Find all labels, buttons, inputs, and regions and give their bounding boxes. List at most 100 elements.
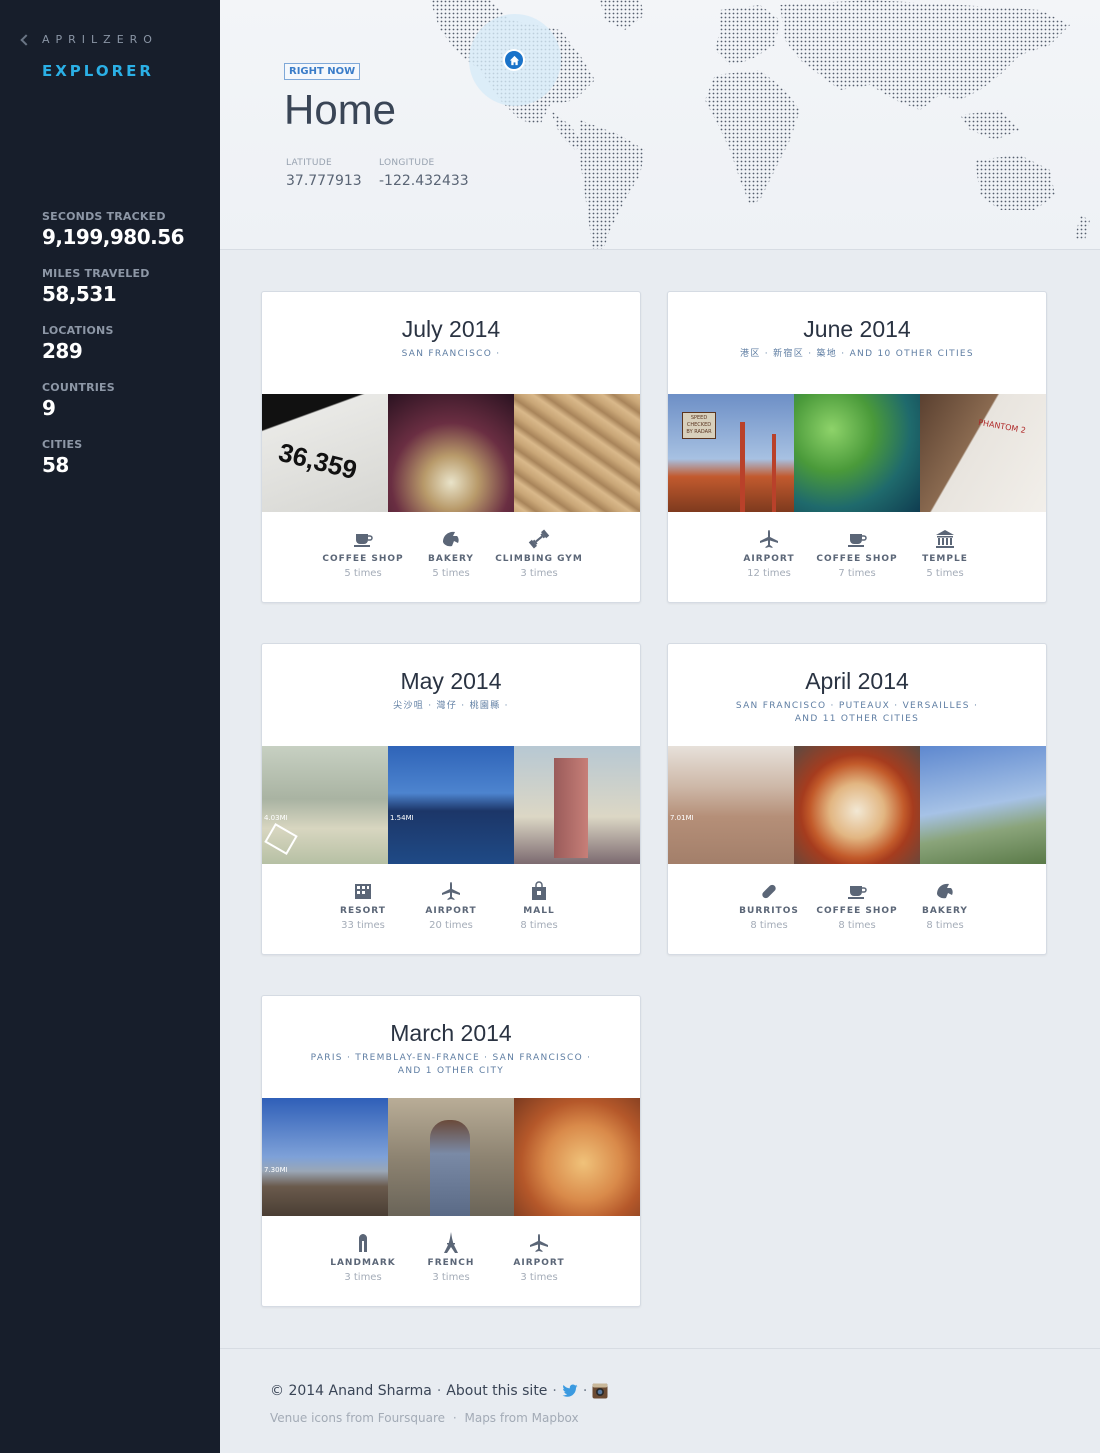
venue-name: LANDMARK [330, 1258, 396, 1268]
photo[interactable] [514, 1098, 640, 1216]
landmark-icon [359, 1234, 367, 1252]
card-header: July 2014 SAN FRANCISCO · [262, 292, 640, 394]
venue-name: AIRPORT [425, 906, 477, 916]
venue-list: RESORT 33 times AIRPORT 20 times MALL 8 … [262, 864, 640, 931]
card-title: March 2014 [390, 1020, 512, 1046]
world-map[interactable] [400, 0, 1100, 250]
venue-item[interactable]: RESORT 33 times [319, 880, 407, 931]
longitude-label: LONGITUDE [379, 158, 435, 168]
venue-item[interactable]: FRENCH 3 times [407, 1232, 495, 1283]
venue-name: BAKERY [428, 554, 474, 564]
month-card-march[interactable]: March 2014 PARIS · TREMBLAY-EN-FRANCE · … [261, 995, 641, 1307]
venue-times: 8 times [750, 920, 788, 931]
card-cities: 港区 · 新宿区 · 築地 · AND 10 OTHER CITIES [740, 349, 974, 359]
photo[interactable] [388, 1098, 514, 1216]
venue-name: FRENCH [427, 1258, 475, 1268]
dumbbell-icon [528, 529, 550, 549]
card-title: May 2014 [400, 668, 502, 694]
instagram-icon[interactable] [592, 1383, 608, 1399]
venue-list: BURRITOS 8 times COFFEE SHOP 8 times BAK… [668, 864, 1046, 931]
photo[interactable]: SPEED CHECKED BY RADAR [668, 394, 794, 512]
venue-times: 7 times [838, 568, 876, 579]
venue-item[interactable]: CLIMBING GYM 3 times [495, 528, 583, 579]
photo-strip: 7.30MI [262, 1098, 640, 1216]
status-badge: RIGHT NOW [284, 63, 361, 80]
venue-item[interactable]: BURRITOS 8 times [725, 880, 813, 931]
venue-times: 3 times [520, 1272, 558, 1283]
temple-icon [936, 530, 954, 548]
card-cities: SAN FRANCISCO · [401, 349, 501, 359]
venue-times: 8 times [520, 920, 558, 931]
photo[interactable]: 1.54MI [388, 746, 514, 864]
venue-name: COFFEE SHOP [816, 554, 898, 564]
venue-item[interactable]: AIRPORT 3 times [495, 1232, 583, 1283]
twitter-icon[interactable] [562, 1384, 578, 1398]
venue-name: MALL [523, 906, 555, 916]
venue-name: TEMPLE [922, 554, 968, 564]
footer-credits: Venue icons from Foursquare · Maps from … [270, 1411, 579, 1425]
venue-times: 3 times [344, 1272, 382, 1283]
section-title[interactable]: EXPLORER [42, 62, 154, 80]
card-title: June 2014 [803, 316, 911, 342]
card-header: May 2014 尖沙咀 · 灣仔 · 桃園縣 · [262, 644, 640, 746]
venue-name: BURRITOS [739, 906, 799, 916]
venue-times: 5 times [926, 568, 964, 579]
photo-caption: 7.30MI [264, 1166, 288, 1174]
stat-countries: COUNTRIES 9 [42, 381, 184, 420]
venue-item[interactable]: COFFEE SHOP 8 times [813, 880, 901, 931]
photo-caption: 4.03MI [264, 814, 288, 822]
venue-name: AIRPORT [513, 1258, 565, 1268]
photo[interactable] [794, 746, 920, 864]
croissant-icon [937, 883, 953, 899]
venue-item[interactable]: BAKERY 8 times [901, 880, 989, 931]
card-cities: 尖沙咀 · 灣仔 · 桃園縣 · [393, 701, 509, 711]
photo[interactable]: 7.01MI [668, 746, 794, 864]
month-card-april[interactable]: April 2014 SAN FRANCISCO · PUTEAUX · VER… [667, 643, 1047, 955]
photo[interactable] [794, 394, 920, 512]
airplane-icon [442, 882, 460, 900]
footer: © 2014 Anand Sharma · About this site · … [220, 1348, 1100, 1453]
about-link[interactable]: About this site [446, 1383, 547, 1399]
home-pin[interactable] [503, 49, 525, 71]
photo[interactable] [920, 746, 1046, 864]
venue-item[interactable]: LANDMARK 3 times [319, 1232, 407, 1283]
sidebar: APRILZERO EXPLORER SECONDS TRACKED 9,199… [0, 0, 220, 1453]
month-card-june[interactable]: June 2014 港区 · 新宿区 · 築地 · AND 10 OTHER C… [667, 291, 1047, 603]
photo[interactable]: 36,359 [262, 394, 388, 512]
venue-times: 20 times [429, 920, 473, 931]
venue-item[interactable]: BAKERY 5 times [407, 528, 495, 579]
month-card-july[interactable]: July 2014 SAN FRANCISCO · 36,359 COFFEE … [261, 291, 641, 603]
venue-item[interactable]: AIRPORT 12 times [725, 528, 813, 579]
latitude-label: LATITUDE [286, 158, 332, 168]
photo[interactable] [514, 746, 640, 864]
venue-item[interactable]: MALL 8 times [495, 880, 583, 931]
venue-item[interactable]: AIRPORT 20 times [407, 880, 495, 931]
photo[interactable]: 4.03MI [262, 746, 388, 864]
photo[interactable] [388, 394, 514, 512]
stat-locations: LOCATIONS 289 [42, 324, 184, 363]
mapbox-credit-link[interactable]: Maps from Mapbox [464, 1411, 578, 1425]
separator: · [552, 1383, 557, 1399]
stat-value: 289 [42, 339, 83, 363]
venue-item[interactable]: COFFEE SHOP 7 times [813, 528, 901, 579]
photo[interactable] [514, 394, 640, 512]
photo-caption: SPEED CHECKED BY RADAR [682, 412, 716, 439]
stat-value: 58,531 [42, 282, 117, 306]
venue-times: 8 times [838, 920, 876, 931]
venue-times: 12 times [747, 568, 791, 579]
venue-item[interactable]: COFFEE SHOP 5 times [319, 528, 407, 579]
longitude-value: -122.432433 [379, 173, 469, 189]
stats-list: SECONDS TRACKED 9,199,980.56 MILES TRAVE… [42, 210, 185, 495]
photo[interactable]: 7.30MI [262, 1098, 388, 1216]
venue-list: AIRPORT 12 times COFFEE SHOP 7 times TEM… [668, 512, 1046, 579]
month-card-may[interactable]: May 2014 尖沙咀 · 灣仔 · 桃園縣 · 4.03MI 1.54MI … [261, 643, 641, 955]
back-link[interactable]: APRILZERO [20, 33, 158, 46]
venue-item[interactable]: TEMPLE 5 times [901, 528, 989, 579]
separator: · [452, 1411, 457, 1425]
venue-name: COFFEE SHOP [322, 554, 404, 564]
photo[interactable]: PHANTOM 2 [920, 394, 1046, 512]
stat-value: 9 [42, 396, 56, 420]
venue-name: RESORT [340, 906, 386, 916]
foursquare-credit-link[interactable]: Venue icons from Foursquare [270, 1411, 445, 1425]
photo-strip: SPEED CHECKED BY RADAR PHANTOM 2 [668, 394, 1046, 512]
